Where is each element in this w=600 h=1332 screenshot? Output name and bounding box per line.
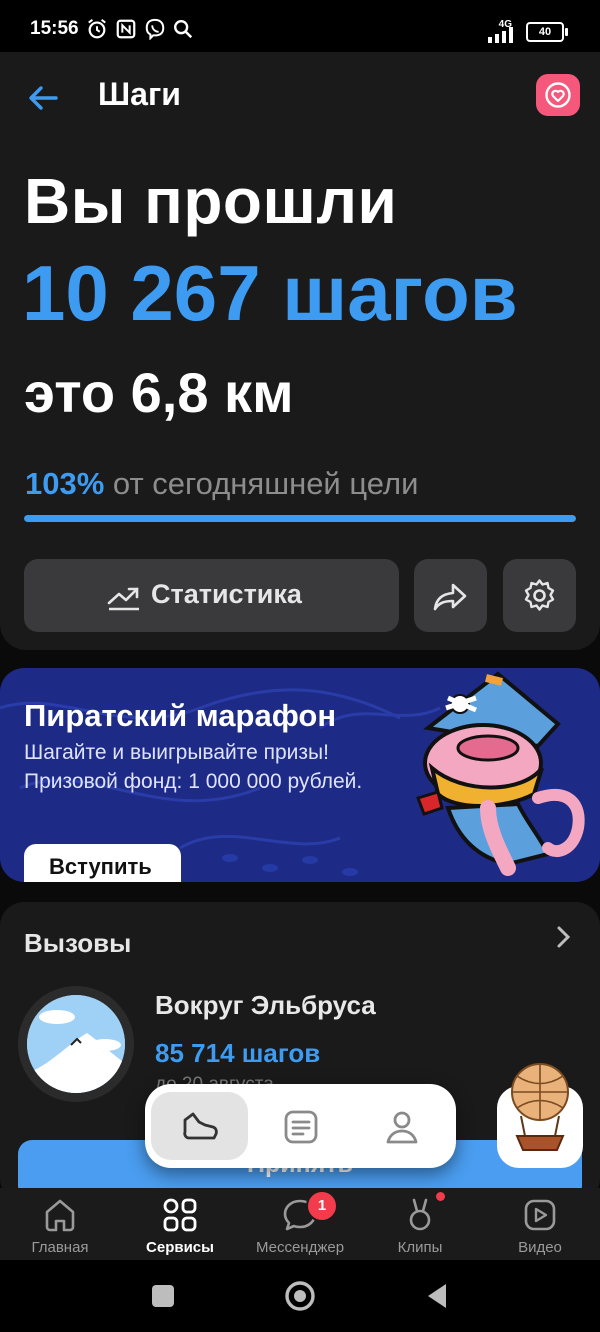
- mountain-illustration: [27, 995, 125, 1093]
- recents-icon[interactable]: [150, 1283, 176, 1309]
- nav-services[interactable]: Сервисы: [120, 1188, 240, 1260]
- banner-title: Пиратский марафон: [24, 698, 337, 733]
- challenge-name: Вокруг Эльбруса: [155, 990, 376, 1020]
- chevron-right-icon[interactable]: [554, 925, 574, 949]
- nav-video[interactable]: Видео: [480, 1188, 600, 1260]
- pirate-mascot-image: [416, 671, 585, 876]
- goal-progress-fill: [24, 515, 576, 522]
- back-arrow-icon[interactable]: [26, 80, 62, 116]
- video-icon: [524, 1199, 556, 1231]
- nfc-icon: [116, 19, 136, 39]
- home-icon: [45, 1199, 75, 1232]
- nav-home[interactable]: Главная: [0, 1188, 120, 1260]
- nav-messenger[interactable]: Мессенджер: [240, 1188, 360, 1260]
- signal-icon: [488, 27, 513, 43]
- walked-label: Вы прошли: [24, 165, 398, 237]
- banner-subtitle: Шагайте и выигрывайте призы! Призовой фо…: [24, 741, 363, 793]
- statistics-label: Статистика: [151, 579, 302, 609]
- tab-feed[interactable]: [252, 1092, 349, 1160]
- favorite-button[interactable]: [536, 74, 580, 116]
- nav-home-label: Главная: [31, 1239, 89, 1256]
- steps-count: 10 267 шагов: [22, 249, 518, 337]
- home-system-icon[interactable]: [283, 1279, 317, 1313]
- nav-messenger-label: Мессенджер: [255, 1239, 345, 1256]
- messenger-badge: 1: [306, 1190, 338, 1222]
- nav-clips-label: Клипы: [397, 1239, 443, 1256]
- challenge-steps: 85 714 шагов: [155, 1038, 321, 1068]
- system-navigation: [0, 1260, 600, 1332]
- challenges-title[interactable]: Вызовы: [24, 928, 131, 959]
- list-icon: [284, 1110, 318, 1144]
- share-button[interactable]: [414, 559, 487, 632]
- nav-clips[interactable]: Клипы: [360, 1188, 480, 1260]
- status-bar: 15:56 4G 40: [0, 0, 600, 52]
- share-icon: [433, 583, 467, 611]
- status-time: 15:56: [30, 18, 79, 39]
- goal-progress-bar: [24, 515, 576, 522]
- heart-icon: [545, 82, 571, 108]
- nav-services-label: Сервисы: [146, 1239, 214, 1256]
- battery-icon: 40: [526, 22, 568, 42]
- pirate-marathon-banner[interactable]: Пиратский марафон Шагайте и выигрывайте …: [0, 668, 600, 882]
- nav-video-label: Видео: [518, 1239, 562, 1256]
- search-icon: [174, 20, 193, 39]
- goal-percent: 103%: [25, 466, 105, 501]
- page-title: Шаги: [98, 76, 181, 112]
- challenge-avatar[interactable]: [27, 995, 125, 1093]
- back-system-icon[interactable]: [424, 1282, 450, 1310]
- tab-steps[interactable]: [151, 1092, 248, 1160]
- alarm-icon: [88, 19, 106, 39]
- bottom-navigation: Главная Сервисы Мессенджер 1 Клипы Видео: [0, 1188, 600, 1260]
- goal-caption: от сегодняшней цели: [104, 466, 419, 501]
- viber-icon: [145, 18, 165, 40]
- services-icon: [163, 1198, 197, 1232]
- distance-text: это 6,8 км: [24, 361, 294, 424]
- clips-icon: [409, 1198, 431, 1231]
- goal-text: 103% от сегодняшней цели: [25, 466, 418, 502]
- join-button[interactable]: Вступить: [24, 844, 181, 882]
- sneaker-icon: [183, 1112, 218, 1140]
- steps-mode-switcher: [145, 1084, 456, 1168]
- user-icon: [386, 1111, 418, 1144]
- gear-icon: [524, 579, 555, 611]
- air-balloon-icon[interactable]: [497, 1062, 583, 1168]
- settings-button[interactable]: [503, 559, 576, 632]
- statistics-button[interactable]: Статистика: [24, 559, 399, 632]
- tab-profile[interactable]: [353, 1092, 450, 1160]
- join-label: Вступить: [49, 854, 152, 879]
- clips-notification-dot: [436, 1192, 445, 1201]
- trend-icon: [107, 587, 139, 611]
